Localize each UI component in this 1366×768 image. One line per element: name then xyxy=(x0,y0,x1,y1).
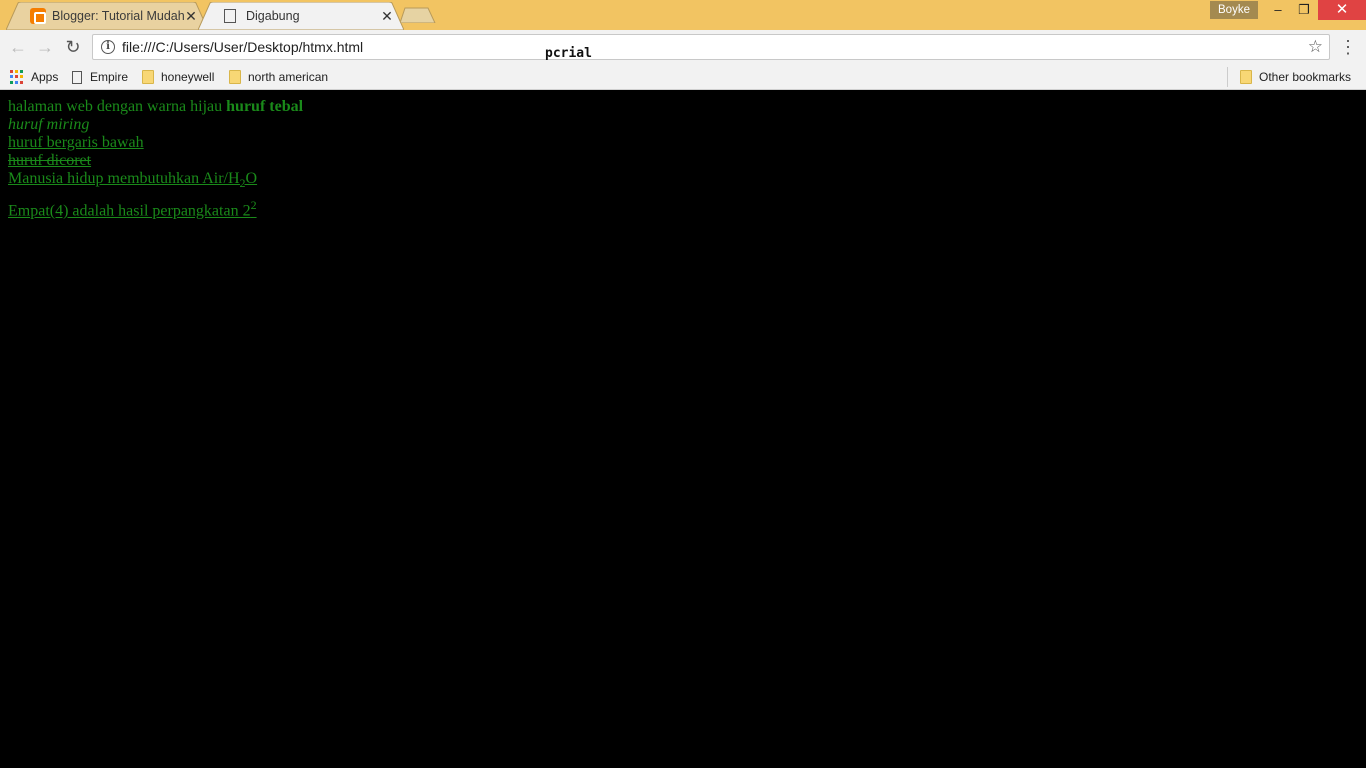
bookmark-honeywell[interactable]: honeywell xyxy=(142,68,214,86)
close-icon[interactable]: ✕ xyxy=(184,9,198,23)
page-content: halaman web dengan warna hijau huruf teb… xyxy=(8,98,303,221)
bookmark-label: Empire xyxy=(90,70,129,84)
line-underline: huruf bergaris bawah xyxy=(8,134,303,152)
bookmarks-bar: Apps Empire honeywell north american Oth… xyxy=(0,64,1366,90)
apps-icon xyxy=(10,70,24,84)
bookmark-other[interactable]: Other bookmarks xyxy=(1240,68,1351,86)
line-italic: huruf miring xyxy=(8,116,303,134)
folder-icon xyxy=(142,70,154,84)
tab-content: Blogger: Tutorial Mudah ✕ xyxy=(6,8,208,24)
bookmark-label: north american xyxy=(248,70,329,84)
url-text[interactable]: file:///C:/Users/User/Desktop/htmx.html xyxy=(122,39,363,55)
info-icon[interactable]: i xyxy=(101,40,115,54)
underline-text: huruf bergaris bawah xyxy=(8,134,144,151)
minimize-button[interactable]: – xyxy=(1264,0,1292,20)
document-icon xyxy=(224,9,236,23)
strike-text: huruf dicoret xyxy=(8,152,92,169)
address-bar[interactable]: i file:///C:/Users/User/Desktop/htmx.htm… xyxy=(92,34,1330,60)
subscript-line-text: Manusia hidup membutuhkan Air/H xyxy=(8,170,240,187)
new-tab-button[interactable] xyxy=(400,7,436,23)
line-bold: halaman web dengan warna hijau huruf teb… xyxy=(8,98,303,116)
line-superscript: Empat(4) adalah hasil perpangkatan 22 xyxy=(8,196,303,220)
maximize-button[interactable]: ❐ xyxy=(1290,0,1318,20)
tab-content: Digabung ✕ xyxy=(198,9,404,23)
tab-title: Blogger: Tutorial Mudah xyxy=(52,9,184,23)
window-close-button[interactable]: ✕ xyxy=(1318,0,1366,20)
menu-icon[interactable]: ⋮ xyxy=(1338,36,1358,58)
tab-title: Digabung xyxy=(246,9,300,23)
normal-text: halaman web dengan warna hijau xyxy=(8,98,227,115)
forward-button[interactable]: → xyxy=(34,36,56,58)
folder-icon xyxy=(229,70,241,84)
line-strike: huruf dicoret xyxy=(8,152,303,170)
tab-blogger[interactable]: Blogger: Tutorial Mudah ✕ xyxy=(6,2,208,30)
reload-button[interactable]: ↻ xyxy=(62,36,84,58)
close-icon[interactable]: ✕ xyxy=(380,9,394,23)
browser-toolbar: ← → ↻ i file:///C:/Users/User/Desktop/ht… xyxy=(0,30,1366,64)
bookmark-empire[interactable]: Empire xyxy=(72,68,128,86)
overlay-label: pcrial xyxy=(545,46,592,61)
subscript-line-end: O xyxy=(245,170,258,187)
bold-text: huruf tebal xyxy=(226,98,304,115)
bookmark-label: Other bookmarks xyxy=(1259,70,1352,84)
tab-digabung[interactable]: Digabung ✕ xyxy=(198,2,404,30)
bookmark-apps[interactable]: Apps xyxy=(10,68,58,86)
blogger-icon xyxy=(30,8,46,24)
profile-button[interactable]: Boyke xyxy=(1210,1,1258,19)
italic-text: huruf miring xyxy=(8,116,90,133)
browser-titlebar: Blogger: Tutorial Mudah ✕ Digabung ✕ Boy… xyxy=(0,0,1366,30)
back-button[interactable]: ← xyxy=(7,36,29,58)
folder-icon xyxy=(1240,70,1252,84)
superscript-line-text: Empat(4) adalah hasil perpangkatan 2 xyxy=(8,202,251,220)
bookmark-north-american[interactable]: north american xyxy=(229,68,328,86)
bookmark-label: honeywell xyxy=(161,70,215,84)
bookmarks-divider xyxy=(1227,67,1228,87)
superscript: 2 xyxy=(250,198,257,213)
line-subscript: Manusia hidup membutuhkan Air/H2O xyxy=(8,170,303,192)
bookmark-label: Apps xyxy=(31,70,59,84)
page-icon xyxy=(72,70,82,84)
star-icon[interactable]: ☆ xyxy=(1308,37,1323,57)
